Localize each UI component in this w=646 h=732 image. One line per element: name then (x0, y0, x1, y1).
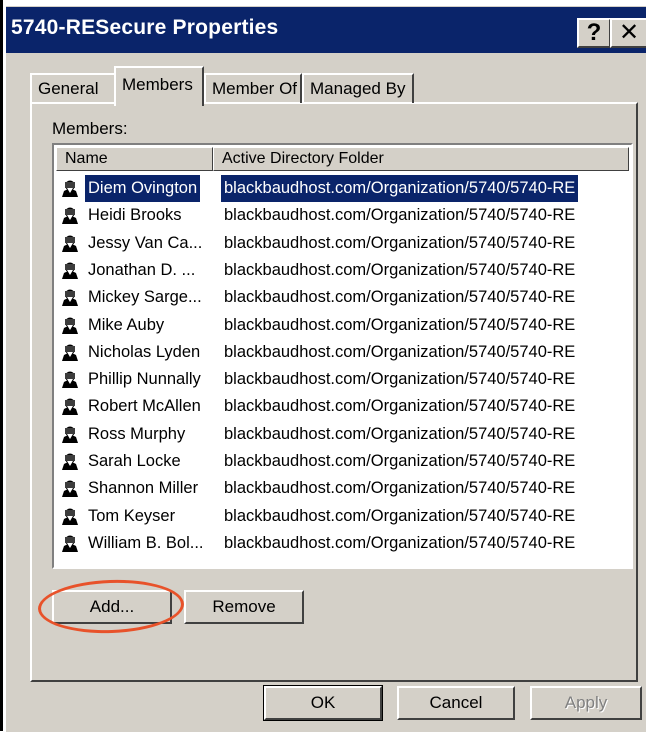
add-button[interactable]: Add... (52, 590, 172, 624)
list-item[interactable]: Jonathan D. ... blackbaudhost.com/Organiz… (58, 257, 598, 284)
member-folder: blackbaudhost.com/Organization/5740/5740… (224, 479, 576, 498)
member-folder: blackbaudhost.com/Organization/5740/5740… (224, 370, 576, 389)
list-item[interactable]: Shannon Miller blackbaudhost.com/Organiza… (58, 475, 598, 502)
close-icon: ✕ (618, 19, 640, 46)
column-header-folder[interactable]: Active Directory Folder (213, 147, 629, 171)
cancel-button[interactable]: Cancel (397, 686, 515, 720)
tab-general[interactable]: General (30, 73, 116, 103)
close-button[interactable]: ✕ (610, 18, 646, 48)
member-folder: blackbaudhost.com/Organization/5740/5740… (224, 506, 576, 525)
tab-managed-by[interactable]: Managed By (302, 73, 414, 103)
member-folder: blackbaudhost.com/Organization/5740/5740… (224, 206, 576, 225)
members-list[interactable]: Name Active Directory Folder Diem Ovingt… (52, 143, 633, 569)
user-icon (60, 261, 80, 281)
user-icon (60, 479, 80, 499)
window-title: 5740-RESecure Properties (11, 16, 279, 39)
member-folder: blackbaudhost.com/Organization/5740/5740… (224, 424, 576, 443)
list-item[interactable]: William B. Bol... blackbaudhost.com/Organ… (58, 530, 598, 557)
member-folder: blackbaudhost.com/Organization/5740/5740… (224, 315, 576, 334)
tab-member-of[interactable]: Member Of (204, 73, 302, 103)
ok-button[interactable]: OK (264, 686, 382, 720)
list-item[interactable]: Diem Ovington blackbaudhost.com/Organizat… (58, 174, 598, 203)
list-item[interactable]: Mike Auby blackbaudhost.com/Organization/… (58, 312, 598, 339)
member-name: Sarah Locke (88, 452, 181, 470)
member-name: Diem Ovington (83, 174, 202, 203)
cancel-button-label: Cancel (429, 693, 483, 712)
add-button-label: Add... (89, 597, 135, 616)
member-folder: blackbaudhost.com/Organization/5740/5740… (224, 233, 576, 252)
member-name: Jessy Van Ca... (88, 233, 203, 252)
member-folder: blackbaudhost.com/Organization/5740/5740… (224, 452, 576, 470)
list-item[interactable]: Tom Keyser blackbaudhost.com/Organization… (58, 503, 598, 530)
tab-members[interactable]: Members (114, 66, 204, 106)
apply-button: Apply (530, 686, 642, 720)
member-name: Shannon Miller (88, 479, 199, 498)
column-header-name[interactable]: Name (56, 147, 213, 171)
user-icon (60, 452, 80, 472)
member-name: Jonathan D. ... (88, 260, 196, 279)
list-item[interactable]: Jessy Van Ca... blackbaudhost.com/Organiz… (58, 230, 598, 257)
member-name: Robert McAllen (88, 397, 201, 416)
member-folder: blackbaudhost.com/Organization/5740/5740… (224, 397, 576, 416)
ok-button-label: OK (310, 693, 336, 712)
user-icon (60, 234, 80, 254)
window-left-edge (0, 0, 3, 731)
user-icon (60, 507, 80, 527)
member-name: Ross Murphy (88, 424, 186, 443)
user-icon (60, 534, 80, 554)
user-icon (60, 206, 80, 226)
user-icon (60, 179, 80, 199)
user-icon (60, 425, 80, 445)
member-name: Nicholas Lyden (88, 342, 201, 361)
title-bar[interactable]: 5740-RESecure Properties ? ✕ (6, 7, 646, 53)
member-name: Phillip Nunnally (88, 370, 201, 389)
member-name: Mike Auby (88, 315, 165, 334)
member-name: William B. Bol... (88, 533, 204, 552)
members-label: Members: (52, 119, 128, 138)
remove-button-label: Remove (212, 597, 276, 616)
list-item[interactable]: Ross Murphy blackbaudhost.com/Organizatio… (58, 421, 598, 448)
user-icon (60, 343, 80, 363)
member-folder: blackbaudhost.com/Organization/5740/5740… (224, 533, 576, 552)
member-name: Mickey Sarge... (88, 288, 202, 307)
user-icon (60, 397, 80, 417)
member-folder: blackbaudhost.com/Organization/5740/5740… (224, 288, 576, 307)
list-item[interactable]: Nicholas Lyden blackbaudhost.com/Organiza… (58, 339, 598, 366)
remove-button[interactable]: Remove (184, 590, 304, 624)
list-item[interactable]: Robert McAllen blackbaudhost.com/Organiza… (58, 393, 598, 420)
list-item[interactable]: Mickey Sarge... blackbaudhost.com/Organiz… (58, 284, 598, 311)
user-icon (60, 316, 80, 336)
member-folder: blackbaudhost.com/Organization/5740/5740… (224, 342, 576, 361)
user-icon (60, 370, 80, 390)
member-name: Heidi Brooks (88, 206, 182, 225)
member-folder: blackbaudhost.com/Organization/5740/5740… (221, 175, 579, 202)
member-folder: blackbaudhost.com/Organization/5740/5740… (224, 260, 576, 279)
member-name: Tom Keyser (88, 506, 176, 525)
list-item[interactable]: Phillip Nunnally blackbaudhost.com/Organi… (58, 366, 598, 393)
list-item[interactable]: Sarah Locke blackbaudhost.com/Organizatio… (58, 448, 598, 475)
user-icon (60, 288, 80, 308)
apply-button-label: Apply (564, 693, 608, 712)
help-button[interactable]: ? (577, 18, 611, 48)
list-item[interactable]: Heidi Brooks blackbaudhost.com/Organizati… (58, 202, 598, 229)
